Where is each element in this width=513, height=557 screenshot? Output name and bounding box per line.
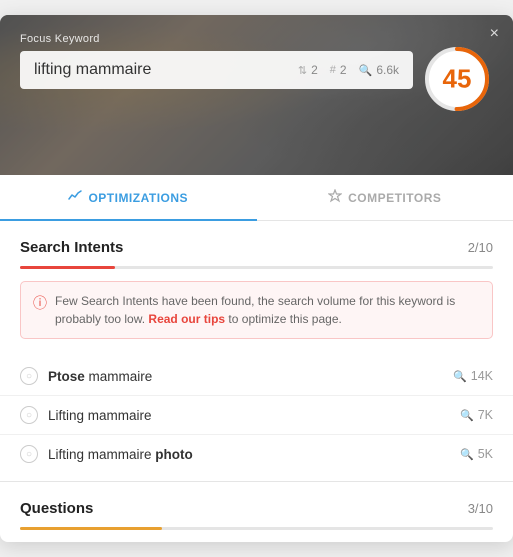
competitors-icon <box>328 189 342 206</box>
search-intents-progress-bar <box>20 266 493 269</box>
focus-keyword-label: Focus Keyword <box>20 33 100 45</box>
alert-text: Few Search Intents have been found, the … <box>55 292 480 328</box>
meta-arrows-value: 2 <box>311 63 318 77</box>
questions-progress-bar <box>20 527 493 530</box>
intent-list: ○ Ptose mammaire 🔍 14K ○ Lifting mammair… <box>0 353 513 477</box>
alert-suffix-text: to optimize this page. <box>225 312 342 326</box>
search-small-icon: 🔍 <box>359 64 373 77</box>
check-icon-0: ○ <box>20 367 38 385</box>
volume-search-icon-2: 🔍 <box>460 448 474 461</box>
keyword-text: lifting mammaire <box>34 61 151 79</box>
volume-value-2: 5K <box>478 447 493 461</box>
meta-volume-value: 6.6k <box>376 63 399 77</box>
alert-icon: ⓘ <box>33 293 47 313</box>
intent-volume-2: 🔍 5K <box>460 447 493 461</box>
keyword-bar: lifting mammaire ⇅ 2 # 2 🔍 6.6k <box>20 51 413 89</box>
meta-volume: 🔍 6.6k <box>359 63 399 77</box>
tab-competitors-label: COMPETITORS <box>348 191 441 205</box>
intent-name-0: Ptose mammaire <box>48 369 443 384</box>
close-button[interactable]: × <box>490 25 499 43</box>
intent-name-2: Lifting mammaire photo <box>48 447 450 462</box>
search-intents-header: Search Intents 2/10 <box>0 221 513 266</box>
intent-name-1: Lifting mammaire <box>48 408 450 423</box>
check-icon-2: ○ <box>20 445 38 463</box>
arrows-icon: ⇅ <box>298 64 307 77</box>
optimizations-icon <box>68 189 82 206</box>
search-intents-score: 2/10 <box>468 240 493 255</box>
content-area: Search Intents 2/10 ⓘ Few Search Intents… <box>0 221 513 530</box>
questions-progress-fill <box>20 527 162 530</box>
tabs-container: OPTIMIZATIONS COMPETITORS <box>0 175 513 221</box>
widget-container: Focus Keyword lifting mammaire ⇅ 2 # 2 🔍… <box>0 15 513 542</box>
alert-link[interactable]: Read our tips <box>148 312 225 326</box>
tab-optimizations[interactable]: OPTIMIZATIONS <box>0 175 257 220</box>
volume-search-icon-0: 🔍 <box>453 370 467 383</box>
questions-title: Questions <box>20 500 93 517</box>
volume-value-1: 7K <box>478 408 493 422</box>
meta-hash: # 2 <box>330 63 347 77</box>
tab-optimizations-label: OPTIMIZATIONS <box>88 191 188 205</box>
header: Focus Keyword lifting mammaire ⇅ 2 # 2 🔍… <box>0 15 513 175</box>
meta-arrows: ⇅ 2 <box>298 63 318 77</box>
search-intents-progress-fill <box>20 266 115 269</box>
intent-volume-0: 🔍 14K <box>453 369 493 383</box>
questions-score: 3/10 <box>468 501 493 516</box>
check-icon-1: ○ <box>20 406 38 424</box>
questions-section: Questions 3/10 <box>0 481 513 530</box>
intent-item-1: ○ Lifting mammaire 🔍 7K <box>0 396 513 435</box>
intent-item-2: ○ Lifting mammaire photo 🔍 5K <box>0 435 513 473</box>
questions-header: Questions 3/10 <box>0 482 513 527</box>
tab-competitors[interactable]: COMPETITORS <box>257 175 513 220</box>
volume-value-0: 14K <box>471 369 493 383</box>
score-number: 45 <box>443 64 472 95</box>
search-intents-title: Search Intents <box>20 239 123 256</box>
volume-search-icon-1: 🔍 <box>460 409 474 422</box>
meta-hash-value: 2 <box>340 63 347 77</box>
intent-volume-1: 🔍 7K <box>460 408 493 422</box>
search-intents-alert: ⓘ Few Search Intents have been found, th… <box>20 281 493 339</box>
score-circle: 45 <box>421 43 493 115</box>
keyword-meta: ⇅ 2 # 2 🔍 6.6k <box>298 63 399 77</box>
intent-item-0: ○ Ptose mammaire 🔍 14K <box>0 357 513 396</box>
hash-icon: # <box>330 64 336 76</box>
